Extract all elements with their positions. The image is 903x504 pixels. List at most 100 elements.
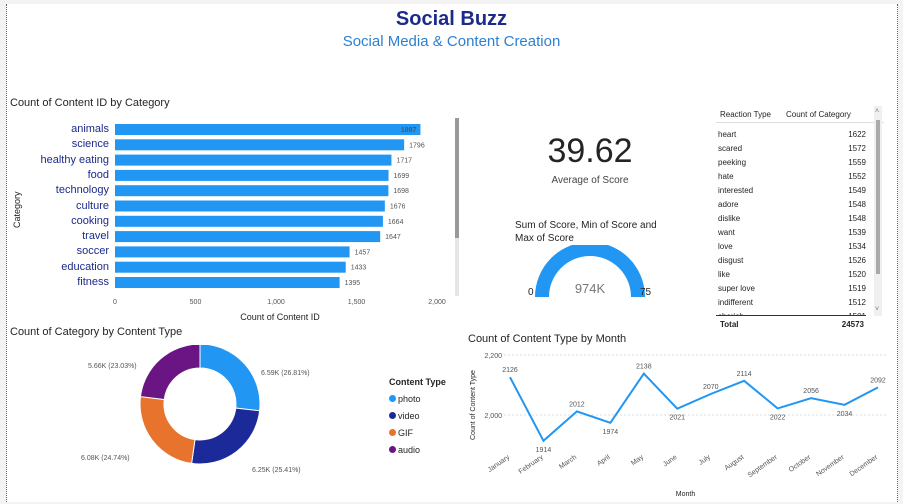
category-bar[interactable] (115, 169, 389, 181)
table-row[interactable]: dislike 1548 (716, 211, 868, 225)
table-row[interactable]: peeking 1559 (716, 155, 868, 169)
x-tick-label: March (558, 454, 578, 471)
legend-item-photo[interactable]: photo (389, 390, 421, 407)
dashboard-title: Social Buzz (395, 8, 508, 30)
x-tick-label: November (815, 454, 846, 479)
line-chart-ylabel: Count of Content Type (470, 370, 477, 440)
category-bar[interactable] (115, 124, 421, 135)
donut-slice-audio[interactable] (139, 345, 201, 401)
legend-dot-icon (389, 429, 396, 436)
donut-slice-video[interactable] (191, 407, 261, 465)
category-bar[interactable] (115, 277, 340, 288)
line-chart-title: Count of Content Type by Month (468, 333, 627, 345)
reaction-table-scrollbar[interactable]: ˄ ˅ (874, 106, 882, 316)
category-bar-value: 1395 (345, 280, 361, 287)
table-row[interactable]: scared 1572 (716, 141, 868, 155)
category-bar-value: 1698 (393, 188, 409, 195)
line-data-label: 2034 (837, 411, 853, 418)
reaction-type-cell: dislike (718, 213, 741, 223)
reaction-type-cell: scared (718, 143, 743, 153)
donut-label-audio: 5.66K (23.03%) (88, 363, 137, 370)
line-chart[interactable]: 2,200 2,000 2126 January 1914February 2012 Mar… (478, 345, 893, 495)
x-tick-label: January (487, 454, 512, 474)
line-data-label: 2022 (770, 414, 786, 421)
reaction-type-header[interactable]: Reaction Type (716, 110, 786, 119)
category-bar[interactable] (115, 200, 385, 212)
category-chart-scrollbar[interactable] (455, 118, 459, 296)
gauge-chart[interactable] (530, 245, 650, 305)
donut-label-photo: 6.59K (26.81%) (261, 370, 310, 377)
count-category-header[interactable]: Count of Category (786, 110, 866, 119)
reaction-type-cell: super love (718, 283, 755, 293)
table-row[interactable]: disgust 1526 (716, 253, 868, 267)
donut-legend: photo video GIF audio (389, 390, 421, 458)
count-cell: 1572 (848, 143, 866, 153)
dashboard-subtitle: Social Media & Content Creation (342, 33, 561, 50)
legend-label: photo (398, 393, 421, 404)
table-row[interactable]: indifferent 1512 (716, 295, 868, 309)
category-label: science (71, 138, 109, 151)
x-tick-label: 2,000 (428, 299, 446, 306)
legend-item-audio[interactable]: audio (389, 441, 421, 458)
gauge-title: Sum of Score, Min of Score and Max of Sc… (515, 220, 657, 244)
scroll-up-icon[interactable]: ˄ (875, 108, 879, 115)
kpi-label: Average of Score (551, 175, 629, 186)
legend-item-GIF[interactable]: GIF (389, 424, 421, 441)
legend-label: audio (398, 444, 421, 455)
x-tick-label: August (723, 454, 745, 472)
category-bar[interactable] (115, 231, 381, 243)
category-chart-xlabel: Count of Content ID (240, 312, 320, 322)
x-tick-label: May (630, 454, 645, 468)
category-label: technology (55, 184, 109, 197)
table-row[interactable]: love 1534 (716, 239, 868, 253)
x-tick-label: December (849, 454, 880, 479)
line-data-label: 1914 (536, 447, 552, 454)
table-row[interactable]: super love 1519 (716, 281, 868, 295)
count-cell: 1526 (848, 255, 866, 265)
gauge-min: 0 (528, 287, 534, 298)
table-row[interactable]: interested 1549 (716, 183, 868, 197)
line-data-label: 2021 (669, 415, 685, 422)
donut-legend-title: Content Type (389, 377, 446, 387)
gauge-value: 974K (574, 281, 606, 296)
reaction-type-cell: want (718, 227, 735, 237)
legend-label: video (398, 410, 420, 421)
table-row[interactable]: want 1539 (716, 225, 868, 239)
reaction-table[interactable]: Reaction Type Count of Category heart 162… (716, 106, 884, 332)
donut-slice-photo[interactable] (199, 345, 261, 412)
category-bar[interactable] (115, 139, 405, 151)
line-data-label: 2138 (636, 364, 652, 371)
category-bar[interactable] (115, 185, 389, 197)
count-cell: 1622 (848, 129, 866, 139)
legend-item-video[interactable]: video (389, 407, 421, 424)
x-tick-label: 1,500 (348, 299, 366, 306)
total-value: 24573 (841, 319, 864, 329)
category-bar-value: 1699 (394, 173, 410, 180)
category-bar[interactable] (115, 215, 383, 227)
category-bar[interactable] (115, 154, 392, 166)
donut-label-gif: 6.08K (24.74%) (81, 455, 130, 462)
reaction-type-cell: peeking (718, 157, 747, 167)
donut-slice-GIF[interactable] (139, 396, 196, 464)
table-row[interactable]: like 1520 (716, 267, 868, 281)
table-row[interactable]: hate 1552 (716, 169, 868, 183)
table-row[interactable]: heart 1622 (716, 127, 868, 141)
gauge-max: 75 (640, 287, 652, 298)
scroll-down-icon[interactable]: ˅ (875, 306, 879, 313)
category-bar-value: 1676 (390, 204, 406, 211)
category-bar-value: 1457 (355, 249, 371, 256)
table-row[interactable]: adore 1548 (716, 197, 868, 211)
line-series[interactable] (509, 372, 879, 443)
donut-label-video: 6.25K (25.41%) (252, 467, 301, 474)
category-bar[interactable] (115, 261, 346, 273)
legend-dot-icon (389, 412, 396, 419)
line-data-label: 2070 (703, 384, 719, 391)
x-tick-label: April (596, 454, 612, 468)
line-data-label: 2126 (502, 367, 518, 374)
category-bar[interactable] (115, 246, 350, 258)
x-tick-label: 500 (190, 299, 202, 306)
reaction-type-cell: adore (718, 199, 739, 209)
count-cell: 1520 (848, 269, 866, 279)
table-row[interactable]: cherish1501 (716, 309, 868, 316)
category-bar-chart[interactable]: 1897 1796 1717 1699 1698 1676 1664 1647 1457 1433… (110, 118, 455, 308)
